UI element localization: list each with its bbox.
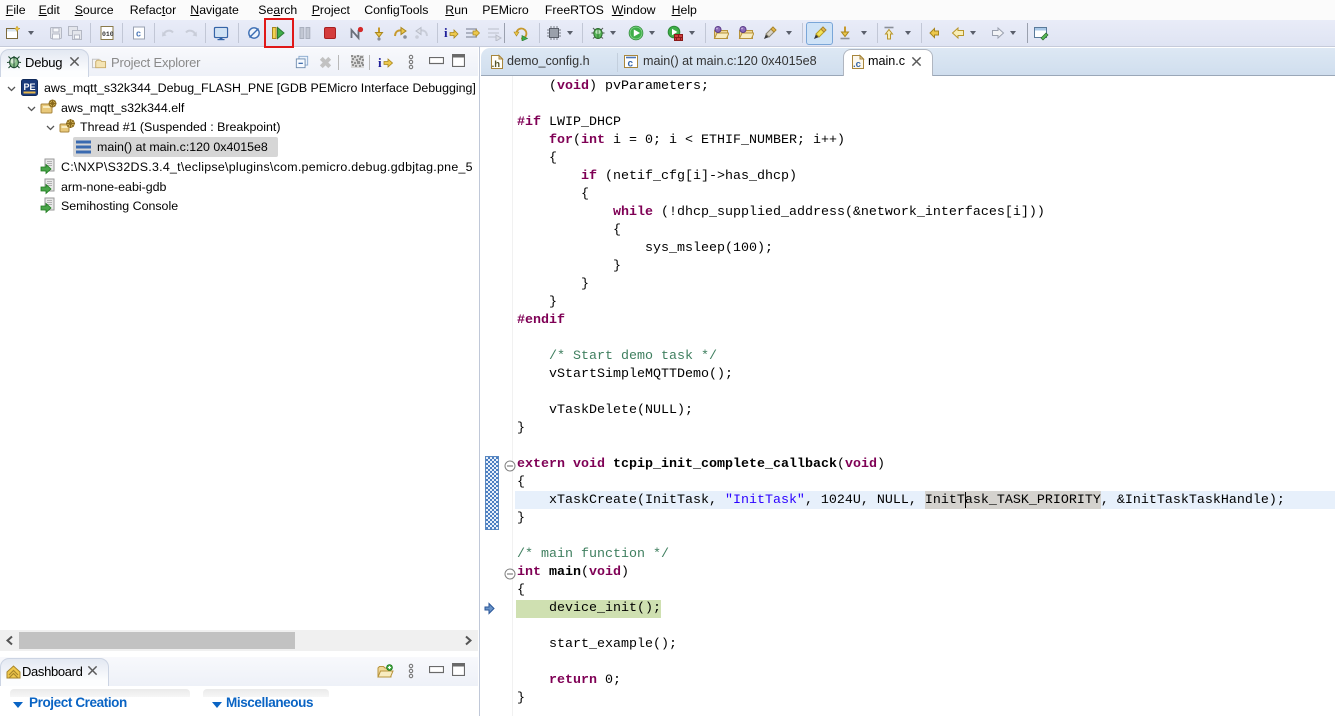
svg-text:c: c xyxy=(136,29,141,39)
svg-text:.c: .c xyxy=(853,59,861,70)
svg-text:.h: .h xyxy=(492,59,501,70)
svg-text:PE: PE xyxy=(24,82,36,92)
svg-text:010: 010 xyxy=(102,31,114,38)
svg-text:c: c xyxy=(628,59,634,70)
svg-text:i: i xyxy=(444,25,448,40)
svg-text:i: i xyxy=(378,55,382,70)
